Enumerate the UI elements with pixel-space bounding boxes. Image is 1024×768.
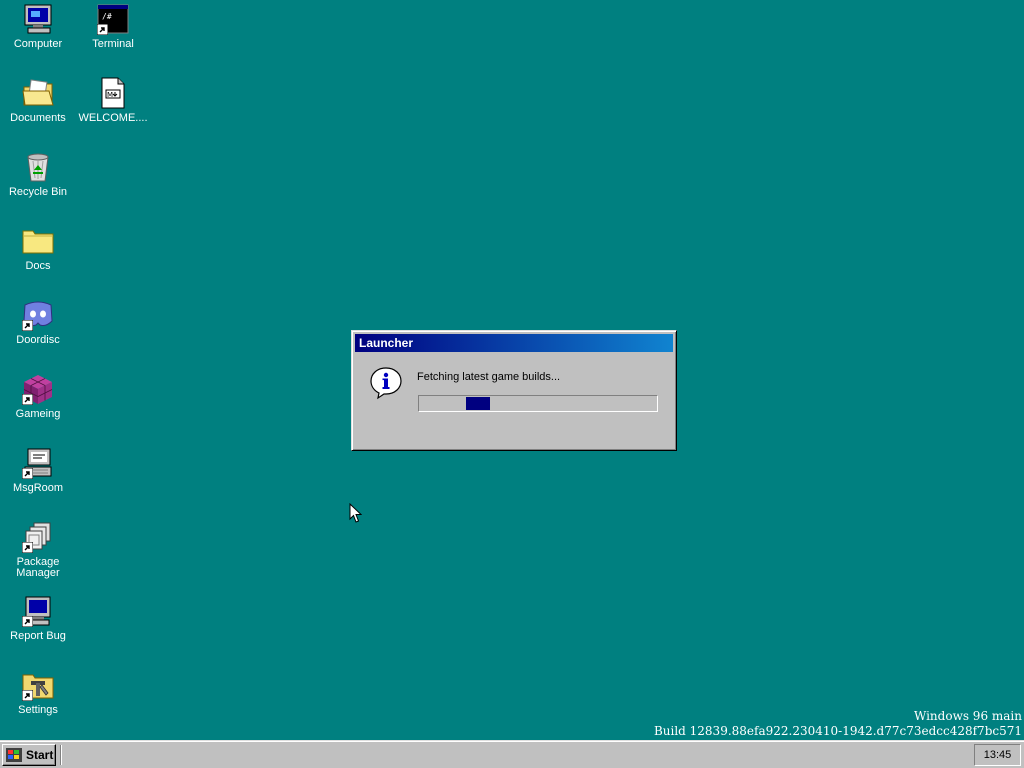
- desktop-icon-label: Report Bug: [10, 630, 66, 642]
- desktop-icon-package-manager[interactable]: Package Manager: [1, 521, 75, 579]
- start-label: Start: [26, 748, 54, 762]
- mouse-cursor-icon: [349, 503, 362, 523]
- desktop-icon-label: WELCOME....: [78, 112, 148, 124]
- desktop-icon-label: Terminal: [92, 38, 134, 50]
- desktop-icon-settings[interactable]: Settings: [1, 669, 75, 716]
- desktop-icon-label: Package Manager: [16, 556, 60, 579]
- desktop-icon-label: Recycle Bin: [8, 186, 68, 198]
- desktop-icon-label: Settings: [18, 704, 58, 716]
- dialog-message: Fetching latest game builds...: [417, 371, 561, 383]
- shortcut-arrow-icon: [22, 616, 33, 627]
- build-line-version: Build 12839.88efa922.230410-1942.d77c73e…: [653, 724, 1022, 738]
- desktop-icon-doordisc[interactable]: Doordisc: [1, 299, 75, 346]
- shortcut-arrow-icon: [22, 394, 33, 405]
- msgroom-icon: [22, 447, 54, 479]
- desktop-icon-gameing[interactable]: Gameing: [1, 373, 75, 420]
- shortcut-arrow-icon: [22, 320, 33, 331]
- desktop-icon-report-bug[interactable]: Report Bug: [1, 595, 75, 642]
- doordisc-icon: [22, 299, 54, 331]
- report-bug-icon: [22, 595, 54, 627]
- desktop: Computer /# Terminal Documents M WELCOME…: [0, 0, 1024, 740]
- desktop-icon-label: Computer: [13, 38, 63, 50]
- windows-logo-icon: [6, 748, 22, 762]
- terminal-icon: /#: [97, 3, 129, 35]
- desktop-icon-computer[interactable]: Computer: [1, 3, 75, 50]
- recycle-bin-icon: [22, 151, 54, 183]
- desktop-icon-label: Docs: [25, 260, 51, 272]
- desktop-icon-label: Documents: [10, 112, 66, 124]
- folder-icon: [22, 225, 54, 257]
- build-line-os: Windows 96 main: [913, 709, 1022, 723]
- desktop-icon-label: MsgRoom: [12, 482, 64, 494]
- taskbar-separator: [60, 745, 62, 765]
- dialog-title[interactable]: Launcher: [355, 334, 673, 352]
- progress-bar: [418, 395, 658, 412]
- settings-icon: [22, 669, 54, 701]
- build-watermark: Windows 96 main Build 12839.88efa922.230…: [654, 709, 1022, 739]
- info-icon: [369, 366, 403, 400]
- gameing-cube-icon: [22, 373, 54, 405]
- launcher-dialog[interactable]: Launcher Fetching latest game builds...: [351, 330, 677, 451]
- shortcut-arrow-icon: [22, 690, 33, 701]
- desktop-icon-label: Gameing: [15, 408, 61, 420]
- shortcut-arrow-icon: [97, 24, 108, 35]
- desktop-icon-welcome[interactable]: M WELCOME....: [76, 77, 150, 124]
- desktop-icon-recycle-bin[interactable]: Recycle Bin: [1, 151, 75, 198]
- desktop-icon-msgroom[interactable]: MsgRoom: [1, 447, 75, 494]
- desktop-icon-terminal[interactable]: /# Terminal: [76, 3, 150, 50]
- shortcut-arrow-icon: [22, 468, 33, 479]
- package-manager-icon: [22, 521, 54, 553]
- desktop-icon-label: Doordisc: [16, 334, 60, 346]
- taskbar: Start 13:45: [0, 740, 1024, 768]
- system-tray-clock[interactable]: 13:45: [974, 744, 1021, 766]
- markdown-file-icon: M: [97, 77, 129, 109]
- progress-marquee-block: [466, 397, 490, 410]
- shortcut-arrow-icon: [22, 542, 33, 553]
- computer-icon: [22, 3, 54, 35]
- svg-text:M: M: [107, 91, 113, 99]
- start-button[interactable]: Start: [2, 744, 56, 766]
- desktop-icon-documents[interactable]: Documents: [1, 77, 75, 124]
- svg-text:/#: /#: [102, 12, 112, 21]
- desktop-icon-docs[interactable]: Docs: [1, 225, 75, 272]
- documents-folder-icon: [22, 77, 54, 109]
